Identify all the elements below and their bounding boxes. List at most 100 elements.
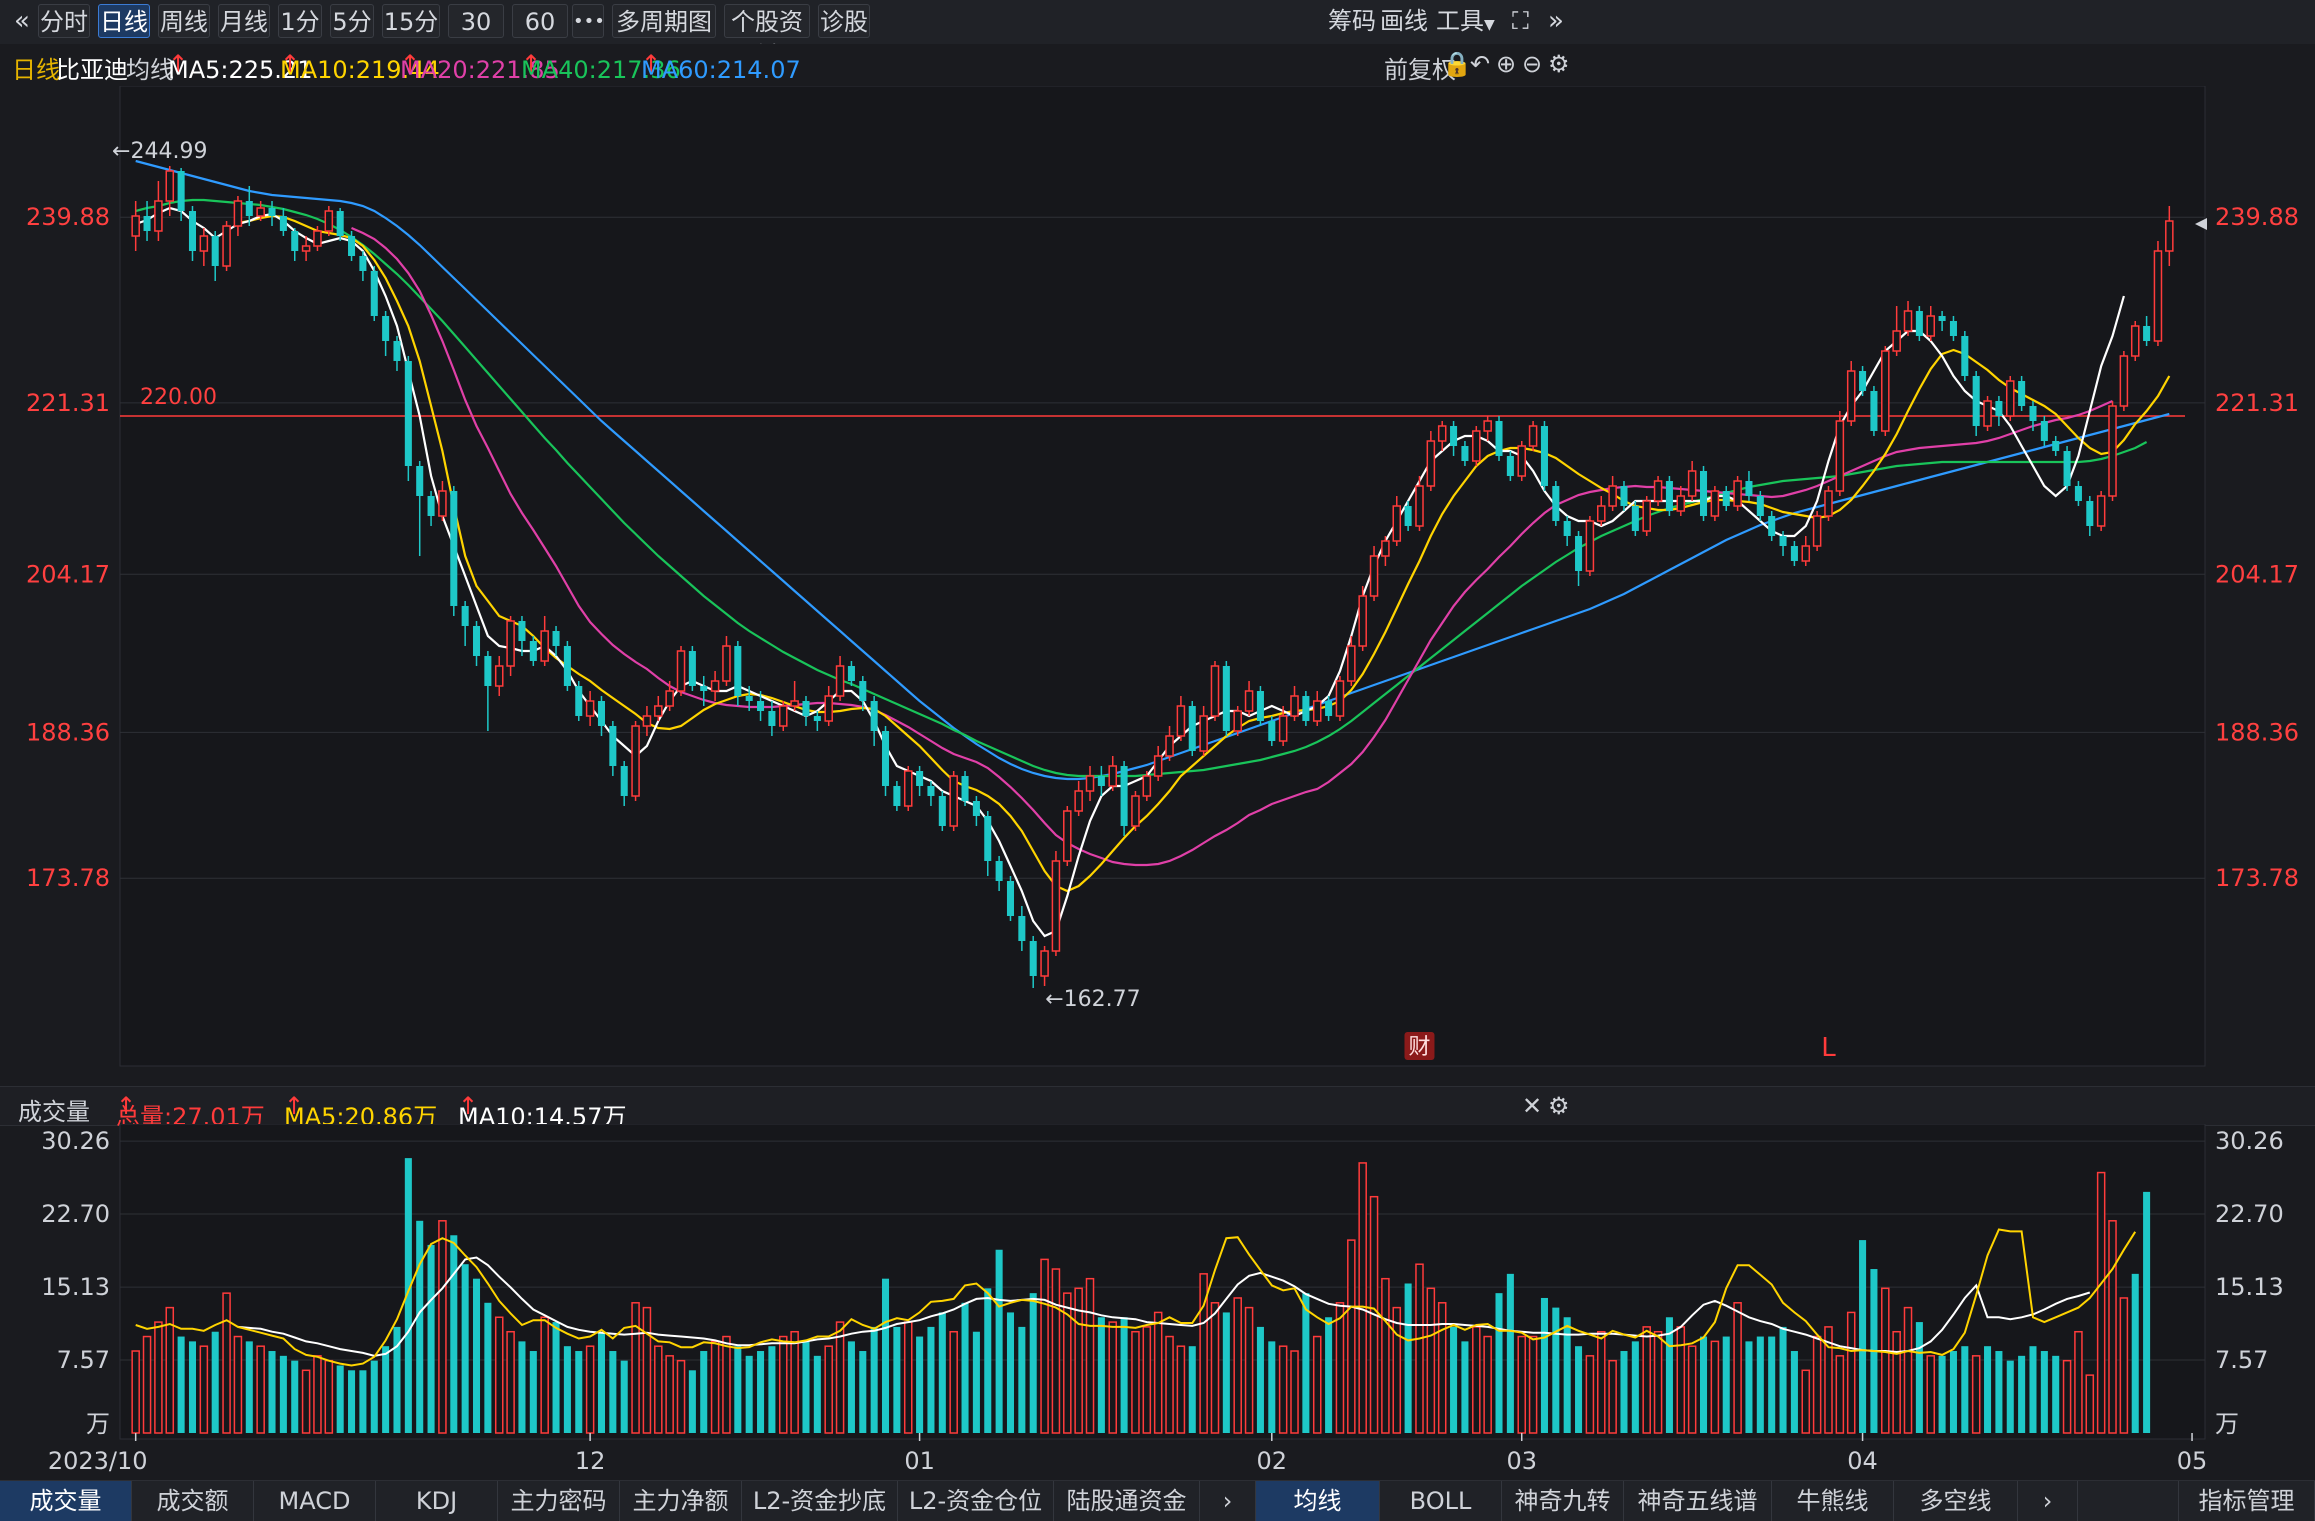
period-tab-weekly[interactable]: 周线 <box>158 4 210 38</box>
tab-l2-bottom[interactable]: L2-资金抄底 <box>742 1481 898 1521</box>
volume-chart[interactable]: 7.57 7.57 15.13 15.13 22.70 22.70 30.26 30.26 万 万… <box>0 1124 2315 1480</box>
period-tab-15min[interactable]: 15分 <box>382 4 440 38</box>
tab-northbound[interactable]: 陆股通资金 <box>1054 1481 1200 1521</box>
volume-bar-down <box>370 1360 378 1433</box>
volume-title[interactable]: 成交量 <box>18 1092 90 1127</box>
tab-main-net[interactable]: 主力净额 <box>620 1481 742 1521</box>
tab-main-code[interactable]: 主力密码 <box>498 1481 620 1521</box>
x-axis-label: 02 <box>1257 1447 1288 1475</box>
period-tab-monthly[interactable]: 月线 <box>218 4 270 38</box>
tab-boll[interactable]: BOLL <box>1380 1481 1502 1521</box>
stock-name[interactable]: 比亚迪 <box>56 50 128 85</box>
volume-bar-up <box>949 1330 958 1434</box>
volume-bar-up <box>1596 1330 1606 1434</box>
volume-bar-down <box>1756 1336 1764 1433</box>
candle-body-up <box>1233 710 1242 732</box>
tools-dropdown[interactable]: 工具▼ <box>1436 4 1495 38</box>
undo-icon[interactable]: ↶ <box>1470 50 1490 78</box>
volume-bar-up <box>1608 1359 1617 1434</box>
volume-bar-down <box>279 1355 287 1433</box>
candle-body-down <box>472 626 481 656</box>
x-axis-label: 05 <box>2177 1447 2208 1475</box>
candle-body-up <box>1733 480 1742 507</box>
period-tab-daily[interactable]: 日线 <box>98 4 150 38</box>
close-icon[interactable]: ✕ <box>1522 1092 1542 1120</box>
lock-icon[interactable]: 🔒 <box>1442 50 1472 78</box>
volume-tick-label-left: 15.13 <box>41 1273 110 1301</box>
candle-body-down <box>2086 501 2094 526</box>
tab-kdj[interactable]: KDJ <box>376 1481 498 1521</box>
candle-body-down <box>1768 516 1776 536</box>
chevron-right-icon[interactable]: › <box>1200 1481 1256 1521</box>
settings-icon[interactable]: ⚙ <box>1548 50 1570 78</box>
candle-body-down <box>336 211 344 236</box>
volume-bar-down <box>518 1341 526 1433</box>
zoom-out-icon[interactable]: ⊖ <box>1522 50 1542 78</box>
candle-body-up <box>1596 505 1606 522</box>
ma10-value: MA10:219.44 ↑ <box>280 50 440 84</box>
period-tab-5min[interactable]: 5分 <box>330 4 374 38</box>
indicator-manage-button[interactable]: 指标管理 <box>2178 1481 2315 1521</box>
volume-bar-down <box>745 1355 753 1433</box>
period-tab-intraday[interactable]: 分时 <box>38 4 90 38</box>
x-axis-label: 01 <box>904 1447 935 1475</box>
tab-ma[interactable]: 均线 <box>1256 1481 1380 1521</box>
volume-bar-up <box>506 1330 515 1434</box>
period-tab-1min[interactable]: 1分 <box>278 4 322 38</box>
multi-period-dropdown[interactable]: 多周期图 ⌄ <box>612 4 716 68</box>
candle-body-up <box>1381 540 1390 557</box>
settings-icon[interactable]: ⚙ <box>1548 1092 1570 1120</box>
chips-button[interactable]: 筹码 <box>1328 4 1376 38</box>
volume-bar-down <box>1938 1355 1946 1433</box>
candle-body-up <box>233 200 243 227</box>
price-plot-area <box>119 86 2206 1067</box>
volume-bar-down <box>916 1336 924 1433</box>
chevron-right-icon[interactable]: › <box>2018 1481 2078 1521</box>
candle-body-up <box>1892 330 1901 352</box>
period-tab-30min[interactable]: 30分 <box>448 4 504 70</box>
double-chevron-right-icon[interactable]: » <box>1548 4 1564 38</box>
tab-macd[interactable]: MACD <box>254 1481 376 1521</box>
candle-body-down <box>893 786 901 806</box>
tab-turnover[interactable]: 成交额 <box>132 1481 254 1521</box>
draw-line-button[interactable]: 画线 <box>1380 4 1428 38</box>
volume-bar-up <box>1381 1277 1390 1434</box>
zoom-in-icon[interactable]: ⊕ <box>1496 50 1516 78</box>
volume-bar-up <box>1528 1335 1538 1434</box>
candle-body-down <box>870 701 878 731</box>
candle-body-down <box>1222 666 1230 731</box>
volume-bar-down <box>859 1351 867 1433</box>
volume-bar-down <box>1552 1307 1560 1433</box>
volume-bar-down <box>1302 1293 1310 1433</box>
volume-bar-down <box>768 1346 776 1433</box>
more-button[interactable]: ••• <box>572 4 605 38</box>
x-axis-label: 12 <box>575 1447 606 1475</box>
candle-body-down <box>348 236 356 256</box>
volume-bar-up <box>2096 1171 2106 1434</box>
diagnose-button[interactable]: 诊股 <box>818 4 870 38</box>
tab-volume[interactable]: 成交量 <box>0 1481 132 1521</box>
tab-nine-turn[interactable]: 神奇九转 <box>1502 1481 1624 1521</box>
candle-body-down <box>847 666 855 681</box>
price-chart[interactable]: 173.78 173.78 188.36 188.36 204.17 204.17 221.… <box>0 86 2315 1086</box>
tab-five-line[interactable]: 神奇五线谱 <box>1624 1481 1772 1521</box>
tab-bull-bear[interactable]: 牛熊线 <box>1772 1481 1894 1521</box>
volume-bar-up <box>1892 1330 1901 1434</box>
candle-body-down <box>1722 491 1730 506</box>
indicator-name[interactable]: 均线 <box>126 50 174 85</box>
stock-profile-button[interactable]: 个股资料 <box>724 4 810 70</box>
double-chevron-left-icon[interactable]: « <box>14 4 30 38</box>
tab-l2-position[interactable]: L2-资金仓位 <box>898 1481 1054 1521</box>
period-tab-60min[interactable]: 60分 <box>512 4 568 70</box>
low-price-label: ←162.77 <box>1045 987 1140 1012</box>
candle-body-down <box>1256 691 1264 721</box>
x-axis-label: 03 <box>1506 1447 1537 1475</box>
volume-bar-up <box>199 1345 209 1434</box>
tab-long-short[interactable]: 多空线 <box>1894 1481 2018 1521</box>
volume-bar-up <box>1165 1335 1174 1434</box>
candle-body-down <box>393 341 401 361</box>
candle-body-down <box>916 771 924 786</box>
candle-body-up <box>1528 425 1538 447</box>
volume-bar-down <box>1256 1326 1264 1433</box>
expand-icon[interactable]: ⛶ <box>1512 4 1529 38</box>
